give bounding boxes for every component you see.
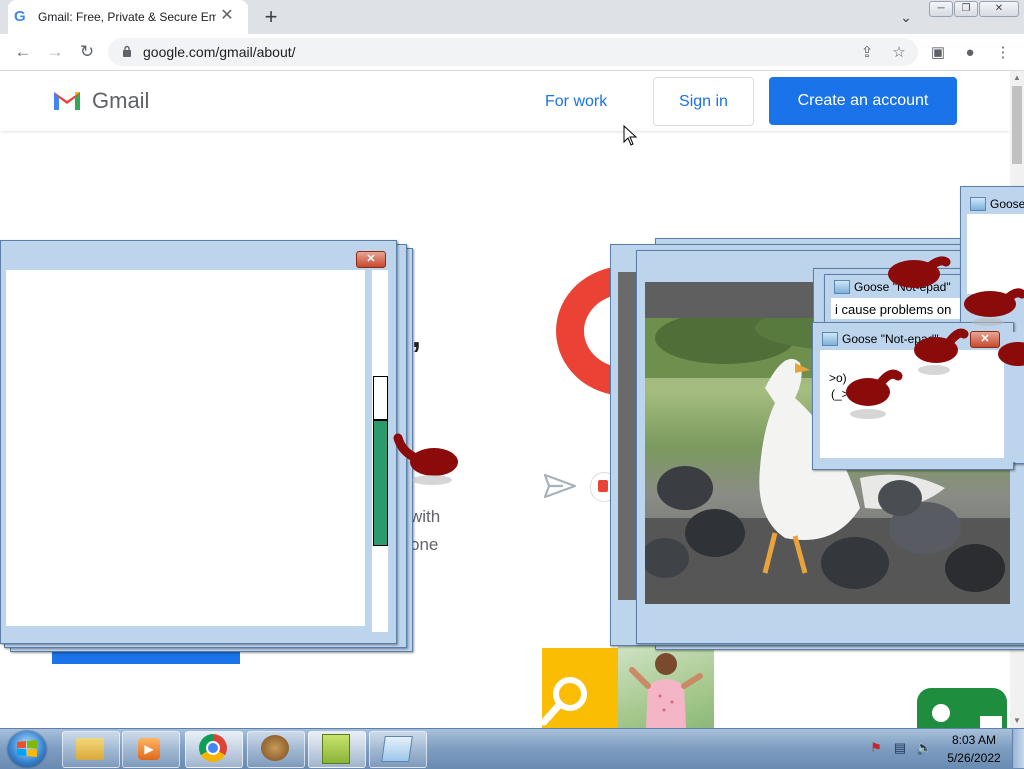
bookmark-star-icon[interactable]: ☆: [889, 43, 909, 63]
notepad-window-icon: [822, 332, 838, 346]
underlay-panel-top: [373, 376, 388, 420]
goose-note-1-text: i cause problems on: [835, 302, 952, 317]
goose-note-3-body: [967, 214, 1024, 294]
forward-arrow-icon[interactable]: →: [44, 41, 66, 63]
minimize-button[interactable]: ─: [929, 1, 953, 17]
side-panel-icon[interactable]: ▣: [928, 43, 948, 63]
tab-close-icon[interactable]: ✕: [218, 7, 236, 25]
scroll-down-arrow-icon[interactable]: ▼: [1010, 714, 1024, 728]
hero-body-line-2: one: [410, 535, 439, 554]
explorer-icon: [76, 738, 104, 760]
chrome-icon-center: [206, 741, 220, 755]
blank-window-content: [6, 270, 365, 626]
create-account-button[interactable]: Create an account: [769, 77, 957, 125]
underlay-panel-green: [373, 420, 388, 546]
desktop-goose-icon[interactable]: [910, 322, 970, 378]
lock-icon[interactable]: [122, 45, 132, 57]
window-close-button[interactable]: ✕: [979, 1, 1019, 17]
show-desktop-button[interactable]: [1012, 729, 1024, 768]
back-arrow-icon[interactable]: ←: [12, 41, 34, 63]
notepad-window-icon: [834, 280, 850, 294]
clock-date[interactable]: 5/26/2022: [942, 751, 1006, 765]
meet-tab: [980, 716, 1002, 728]
magnifier-icon: [542, 677, 587, 726]
media-player-icon: ▶: [138, 738, 160, 760]
restore-button[interactable]: ❐: [954, 1, 978, 17]
meet-dot: [932, 704, 950, 722]
network-icon[interactable]: ▤: [892, 740, 908, 756]
notepad-plus-icon: [322, 734, 350, 764]
volume-icon[interactable]: 🔈: [916, 740, 932, 756]
action-center-flag-icon[interactable]: ⚑: [868, 740, 884, 756]
mouse-cursor-icon: [623, 125, 637, 146]
hero-body-line-1: with: [410, 507, 441, 526]
profile-avatar-icon[interactable]: ●: [960, 43, 980, 63]
sign-in-button[interactable]: Sign in: [653, 77, 754, 126]
goose-app-icon: [261, 735, 289, 761]
reload-icon[interactable]: ↻: [76, 41, 98, 63]
desktop-goose-icon[interactable]: [996, 334, 1024, 378]
clock-time[interactable]: 8:03 AM: [942, 733, 1006, 747]
new-tab-button[interactable]: +: [258, 4, 284, 30]
windows-logo-icon: [17, 740, 37, 757]
goose-note-3-title: Goose: [990, 197, 1024, 211]
share-icon[interactable]: ⇪: [857, 43, 877, 63]
blank-window-close-button[interactable]: ✕: [356, 251, 386, 268]
meet-icon: [598, 480, 608, 492]
notepad-icon: [381, 736, 413, 762]
gmail-logo-icon: [54, 92, 80, 110]
desktop-goose-icon[interactable]: [392, 432, 460, 488]
google-favicon-icon: G: [14, 8, 26, 25]
gmail-wordmark: Gmail: [92, 88, 150, 113]
menu-kebab-icon[interactable]: ⋮: [993, 43, 1013, 63]
tab-title: Gmail: Free, Private & Secure Em: [38, 10, 216, 24]
tab-search-chevron-icon[interactable]: ⌄: [896, 7, 916, 27]
scrollbar-thumb[interactable]: [1012, 86, 1022, 164]
url-text: google.com/gmail/about/: [143, 44, 296, 60]
scroll-up-arrow-icon[interactable]: ▲: [1010, 71, 1024, 85]
send-icon: [543, 473, 577, 499]
for-work-link[interactable]: For work: [545, 93, 607, 111]
child-figure-image: [629, 653, 703, 728]
video-window-edge: [618, 272, 638, 600]
desktop-goose-icon[interactable]: [884, 250, 952, 294]
desktop-goose-icon[interactable]: [842, 364, 904, 422]
notepad-window-icon: [970, 197, 986, 211]
hero-heading-fragment: ,: [412, 318, 421, 354]
